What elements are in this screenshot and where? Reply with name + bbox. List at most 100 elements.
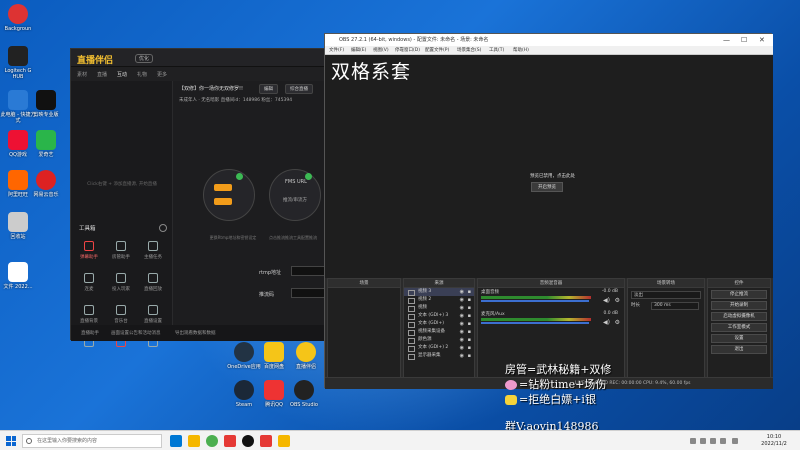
tool-task[interactable]: 主播任务 <box>139 241 167 267</box>
taskbar-app-icon[interactable] <box>170 435 182 447</box>
footer-link[interactable]: 导出观看数据和数据 <box>175 330 216 336</box>
lock-icon[interactable]: ▪ <box>468 296 471 304</box>
fms-circle[interactable] <box>269 169 321 221</box>
desktop-icon-capcut[interactable]: 剪映专业版 <box>28 90 64 130</box>
lock-icon[interactable]: ▪ <box>468 320 471 328</box>
source-item[interactable]: 颜色源 ◉ ▪ <box>404 336 474 344</box>
lock-icon[interactable]: ▪ <box>468 304 471 312</box>
exit-button[interactable]: 退出 <box>711 345 767 354</box>
volume-icon[interactable] <box>732 438 738 444</box>
desktop-icon-file[interactable]: 文件 2022... <box>0 262 36 302</box>
source-item[interactable]: 文本 (GDI+) 2 ◉ ▪ <box>404 344 474 352</box>
tray-icon[interactable] <box>690 438 696 444</box>
eye-icon[interactable]: ◉ <box>460 352 464 360</box>
gear-icon[interactable]: ⚙ <box>615 297 620 304</box>
desktop-icon-background[interactable]: Backgroun <box>0 4 36 44</box>
gear-icon[interactable]: ⚙ <box>615 319 620 326</box>
eye-icon[interactable]: ◉ <box>460 344 464 352</box>
lock-icon[interactable]: ▪ <box>468 352 471 360</box>
lock-icon[interactable]: ▪ <box>468 312 471 320</box>
lock-icon[interactable]: ▪ <box>468 288 471 296</box>
source-item[interactable]: 视频采集设备 ◉ ▪ <box>404 328 474 336</box>
nav-tab[interactable]: 互动 <box>117 71 127 78</box>
tool-players[interactable]: 投入玩家 <box>107 273 135 299</box>
desktop-icon-live-companion[interactable]: 直播伴侣 <box>288 342 324 382</box>
footer-link[interactable]: 画面设置公告和活动消息 <box>111 330 161 336</box>
local-source-circle[interactable] <box>203 169 255 221</box>
close-icon[interactable]: ✕ <box>759 34 765 46</box>
eye-icon[interactable]: ◉ <box>460 312 464 320</box>
tool-replay[interactable]: 直播回放 <box>139 273 167 299</box>
tray-icon[interactable] <box>710 438 716 444</box>
lock-icon[interactable]: ▪ <box>468 336 471 344</box>
eye-icon[interactable]: ◉ <box>460 320 464 328</box>
speaker-icon[interactable]: ◀) <box>603 297 610 304</box>
collapse-icon[interactable] <box>159 224 167 232</box>
tool-room-admin[interactable]: 房管助手 <box>107 241 135 267</box>
menu-dock[interactable]: 停靠窗口(D) <box>395 47 420 53</box>
duration-input[interactable]: 300 ms <box>651 302 699 310</box>
source-item[interactable]: 视频 ◉ ▪ <box>404 304 474 312</box>
taskbar-app-icon[interactable] <box>278 435 290 447</box>
enable-preview-button[interactable]: 开启预览 <box>531 182 563 192</box>
settings-button[interactable]: 设置 <box>711 334 767 343</box>
source-item[interactable]: 文本 (GDI+) ◉ ▪ <box>404 320 474 328</box>
tool-mic[interactable]: 连麦 <box>75 273 103 299</box>
eye-icon[interactable]: ◉ <box>460 288 464 296</box>
studio-mode-button[interactable]: 工作室模式 <box>711 323 767 332</box>
eye-icon[interactable]: ◉ <box>460 304 464 312</box>
version-badge[interactable]: 优化 <box>135 54 154 63</box>
taskbar-app-icon[interactable] <box>260 435 272 447</box>
eye-icon[interactable]: ◉ <box>460 296 464 304</box>
nav-tab[interactable]: 更多 <box>157 71 167 78</box>
maximize-icon[interactable]: ☐ <box>741 34 747 46</box>
stop-streaming-button[interactable]: 停止推流 <box>711 290 767 299</box>
taskbar-app-icon[interactable] <box>224 435 236 447</box>
menu-tools[interactable]: 工具(T) <box>489 47 504 53</box>
minimize-icon[interactable]: — <box>723 34 730 46</box>
menu-profile[interactable]: 配置文件(P) <box>425 47 449 53</box>
lock-icon[interactable]: ▪ <box>468 344 471 352</box>
footer-link[interactable]: 直播助手 <box>81 330 99 336</box>
lock-icon[interactable]: ▪ <box>468 328 471 336</box>
taskbar-app-icon[interactable] <box>242 435 254 447</box>
nav-tab[interactable]: 素材 <box>77 71 87 78</box>
nav-tab[interactable]: 礼物 <box>137 71 147 78</box>
desktop-icon-recycle-bin[interactable]: 回收站 <box>0 212 36 252</box>
menu-help[interactable]: 帮助(H) <box>513 47 529 53</box>
source-item[interactable]: 视频 2 ◉ ▪ <box>404 296 474 304</box>
desktop-icon-baidu-netdisk[interactable]: 百度网盘 <box>256 342 292 382</box>
start-recording-button[interactable]: 开始录制 <box>711 301 767 310</box>
clock[interactable]: 10:10 2022/11/2 <box>752 434 796 448</box>
source-item[interactable]: 文本 (GDI+) 3 ◉ ▪ <box>404 312 474 320</box>
transition-select[interactable]: 淡出 <box>631 291 701 299</box>
menu-view[interactable]: 视图(V) <box>373 47 389 53</box>
speaker-icon[interactable]: ◀) <box>603 319 610 326</box>
desktop-icon-obs[interactable]: OBS Studio <box>286 380 322 420</box>
taskbar-app-icon[interactable] <box>206 435 218 447</box>
desktop-icon-netease-music[interactable]: 网易云音乐 <box>28 170 64 210</box>
edit-button[interactable]: 编辑 <box>259 84 278 94</box>
tray-icon[interactable] <box>700 438 706 444</box>
taskbar-search-input[interactable]: 在这里输入你要搜索的内容 <box>22 434 162 448</box>
eye-icon[interactable]: ◉ <box>460 336 464 344</box>
menu-edit[interactable]: 编辑(E) <box>351 47 366 53</box>
obs-preview[interactable]: 双格系套 预览已禁用，点击此处 开启预览 无法获取 ● 属性 ⚙ 滤镜 <box>325 55 773 295</box>
transition-type[interactable]: 淡出 <box>631 291 701 299</box>
tool-danmu[interactable]: 弹幕助手 <box>75 241 103 267</box>
nav-tab[interactable]: 直播 <box>97 71 107 78</box>
taskbar-app-icon[interactable] <box>188 435 200 447</box>
volume-slider[interactable] <box>481 322 589 324</box>
network-icon[interactable] <box>720 438 726 444</box>
menu-scene-collection[interactable]: 场景集合(S) <box>457 47 481 53</box>
category-button[interactable]: 综合直播 <box>285 84 313 94</box>
volume-slider[interactable] <box>481 300 589 302</box>
windows-start-icon[interactable] <box>6 436 16 446</box>
source-item[interactable]: 视频 3 ◉ ▪ <box>404 288 474 296</box>
eye-icon[interactable]: ◉ <box>460 328 464 336</box>
menu-file[interactable]: 文件(F) <box>329 47 344 53</box>
desktop-icon-iqiyi[interactable]: 爱奇艺 <box>28 130 64 170</box>
virtual-camera-button[interactable]: 启动虚拟摄像机 <box>711 312 767 321</box>
desktop-icon-logitech[interactable]: Logitech G HUB <box>0 46 36 86</box>
source-item[interactable]: 显示器采集 ◉ ▪ <box>404 352 474 360</box>
